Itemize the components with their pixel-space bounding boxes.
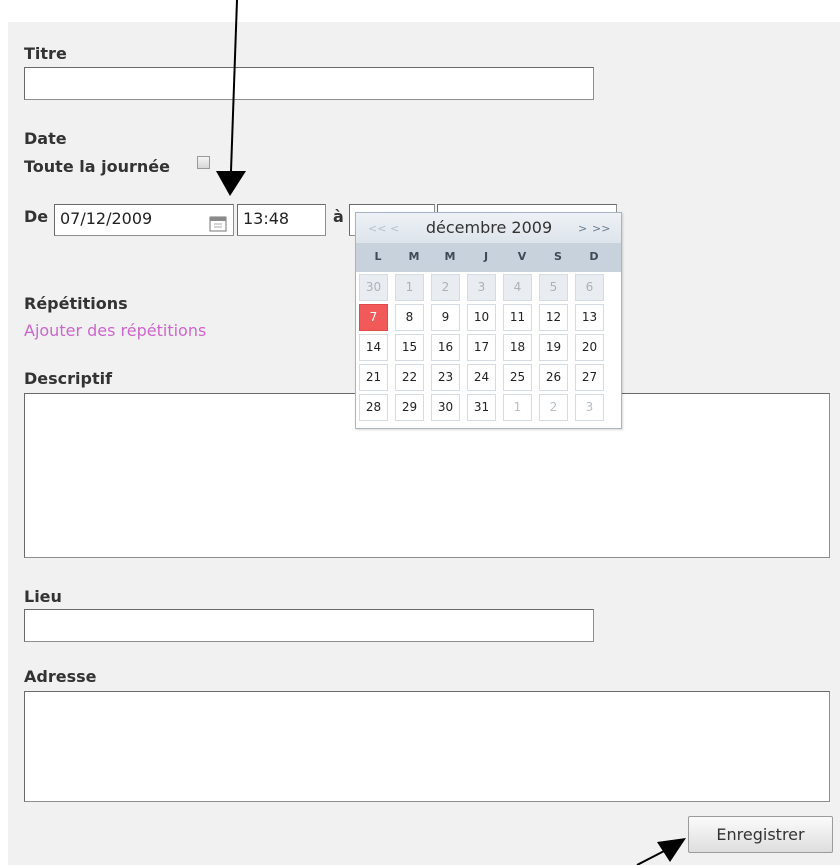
day-cell[interactable]: 17	[467, 334, 496, 361]
place-label: Lieu	[24, 587, 62, 606]
to-label: à	[333, 207, 344, 226]
day-cell[interactable]: 23	[431, 364, 460, 391]
repetitions-label: Répétitions	[24, 294, 128, 313]
day-cell[interactable]: 25	[503, 364, 532, 391]
day-cell[interactable]: 2	[539, 394, 568, 421]
day-cell[interactable]: 13	[575, 304, 604, 331]
day-cell[interactable]: 8	[395, 304, 424, 331]
day-cell[interactable]: 18	[503, 334, 532, 361]
day-cell[interactable]: 16	[431, 334, 460, 361]
day-cell[interactable]: 28	[359, 394, 388, 421]
day-cell[interactable]: 1	[395, 274, 424, 301]
day-cell[interactable]: 24	[467, 364, 496, 391]
day-cell[interactable]: 6	[575, 274, 604, 301]
day-cell[interactable]: 3	[467, 274, 496, 301]
next-year-button[interactable]: >>	[592, 222, 610, 235]
day-cell[interactable]: 30	[431, 394, 460, 421]
calendar-icon[interactable]	[208, 213, 228, 233]
day-cell[interactable]: 15	[395, 334, 424, 361]
add-repetitions-link[interactable]: Ajouter des répétitions	[24, 321, 206, 340]
day-cell[interactable]: 31	[467, 394, 496, 421]
from-label: De	[24, 207, 49, 226]
day-cell[interactable]: 27	[575, 364, 604, 391]
date-picker: << < décembre 2009 > >> LMMJVSD 30 1 2 3 4 5 6…	[355, 212, 622, 429]
day-cell[interactable]: 4	[503, 274, 532, 301]
date-picker-header: << < décembre 2009 > >>	[356, 213, 621, 243]
weekday-label: M	[444, 250, 456, 263]
place-input[interactable]	[24, 609, 594, 642]
day-cell[interactable]: 11	[503, 304, 532, 331]
title-label: Titre	[24, 44, 67, 63]
address-label: Adresse	[24, 667, 97, 686]
title-input[interactable]	[24, 67, 594, 100]
day-cell[interactable]: 21	[359, 364, 388, 391]
address-textarea[interactable]	[24, 691, 830, 802]
day-cell[interactable]: 2	[431, 274, 460, 301]
weekday-label: J	[483, 250, 489, 263]
weekday-label: M	[408, 250, 420, 263]
allday-checkbox[interactable]	[197, 156, 210, 169]
prev-year-button[interactable]: <<	[368, 222, 386, 235]
from-date-input[interactable]: 07/12/2009	[54, 204, 234, 236]
description-label: Descriptif	[24, 369, 113, 388]
day-cell[interactable]: 30	[359, 274, 388, 301]
day-cell[interactable]: 29	[395, 394, 424, 421]
day-cell[interactable]: 12	[539, 304, 568, 331]
weekday-label: L	[374, 250, 382, 263]
day-cell[interactable]: 7	[359, 304, 388, 331]
next-month-button[interactable]: >	[578, 222, 587, 235]
weekday-label: S	[554, 250, 562, 263]
day-cell[interactable]: 1	[503, 394, 532, 421]
date-picker-title: décembre 2009	[425, 218, 553, 237]
weekday-header: LMMJVSD	[356, 243, 621, 272]
day-cell[interactable]: 9	[431, 304, 460, 331]
save-button[interactable]: Enregistrer	[688, 816, 833, 853]
day-cell[interactable]: 22	[395, 364, 424, 391]
day-cell[interactable]: 3	[575, 394, 604, 421]
from-time-input[interactable]: 13:48	[237, 204, 326, 236]
prev-month-button[interactable]: <	[390, 222, 399, 235]
day-cell[interactable]: 14	[359, 334, 388, 361]
date-label: Date	[24, 129, 67, 148]
weekday-label: D	[589, 250, 599, 263]
weekday-label: V	[517, 250, 527, 263]
day-cell[interactable]: 20	[575, 334, 604, 361]
day-cell[interactable]: 5	[539, 274, 568, 301]
day-cell[interactable]: 26	[539, 364, 568, 391]
day-cell[interactable]: 10	[467, 304, 496, 331]
day-cell[interactable]: 19	[539, 334, 568, 361]
allday-label: Toute la journée	[24, 157, 170, 176]
